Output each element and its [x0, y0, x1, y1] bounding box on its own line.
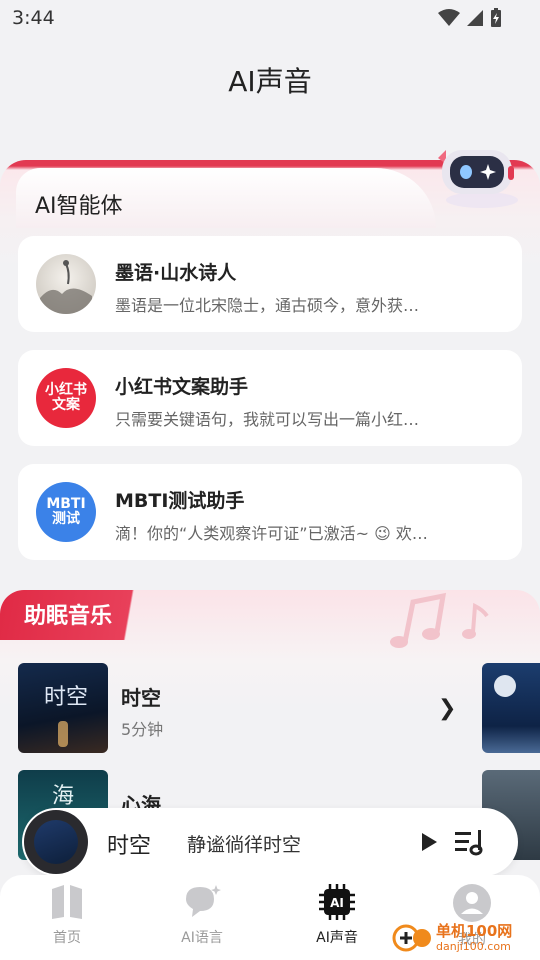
play-icon[interactable]	[420, 832, 438, 852]
watermark-logo: 单机100网 danji100.com	[392, 916, 540, 960]
watermark-icon	[392, 924, 431, 952]
agent-avatar: 小红书 文案	[36, 368, 96, 428]
side-track-cover[interactable]	[482, 663, 540, 753]
track-duration: 5分钟	[121, 720, 164, 739]
watermark-url: danji100.com	[436, 940, 511, 953]
player-cover	[34, 820, 78, 864]
playlist-icon[interactable]	[454, 828, 486, 856]
status-time: 3:44	[12, 7, 55, 29]
track-cover-text: 海	[52, 784, 75, 809]
moon-icon	[494, 675, 516, 697]
agent-avatar: MBTI 测试	[36, 482, 96, 542]
watermark-text: 单机100网	[436, 922, 513, 940]
agent-desc: 墨语是一位北宋隐士，通古硕今，意外获…	[115, 296, 420, 315]
ai-agents-title: AI智能体	[35, 194, 123, 219]
battery-icon	[491, 8, 501, 27]
agent-name: 小红书文案助手	[115, 376, 249, 398]
tab-label: AI声音	[316, 930, 358, 946]
agent-desc: 只需要关键语句，我就可以写出一篇小红…	[115, 410, 420, 429]
agent-card-mbti[interactable]: MBTI 测试 MBTI测试助手 滴！你的“人类观察许可证”已激活~ 😉 欢…	[18, 464, 522, 560]
mini-player[interactable]: 时空 静谧徜徉时空	[22, 808, 518, 876]
status-bar: 3:44	[0, 0, 540, 36]
chat-bubble-icon	[186, 885, 221, 917]
signal-icon	[467, 10, 483, 26]
wifi-icon	[438, 9, 460, 26]
status-icons	[438, 8, 502, 28]
ai-chip-icon: AI	[319, 884, 355, 920]
sleep-music-title: 助眠音乐	[24, 604, 113, 629]
track-item-shikong[interactable]: 时空 时空 5分钟 ❯	[18, 663, 468, 753]
chevron-right-icon[interactable]: ❯	[438, 696, 456, 721]
agent-card-moyu[interactable]: 墨语·山水诗人 墨语是一位北宋隐士，通古硕今，意外获…	[18, 236, 522, 332]
figure-shape	[58, 721, 68, 747]
landscape-painting-icon	[40, 260, 92, 314]
player-track-name: 时空	[107, 834, 152, 859]
agent-card-xiaohongshu[interactable]: 小红书 文案 小红书文案助手 只需要关键语句，我就可以写出一篇小红…	[18, 350, 522, 446]
tab-ai-language[interactable]: AI语言	[157, 883, 247, 947]
tab-ai-voice[interactable]: AI AI声音	[292, 883, 382, 947]
agent-desc: 滴！你的“人类观察许可证”已激活~ 😉 欢…	[115, 524, 428, 543]
track-cover-text: 时空	[44, 685, 89, 710]
track-name: 时空	[121, 686, 161, 710]
page-title: AI声音	[228, 65, 312, 98]
track-cover: 时空	[18, 663, 108, 753]
robot-icon	[438, 150, 518, 208]
agent-avatar	[36, 254, 96, 314]
player-disc	[24, 810, 88, 874]
music-notes-icon	[390, 592, 489, 648]
home-book-icon	[52, 885, 82, 919]
tab-label: 首页	[53, 930, 81, 946]
tab-label: AI语言	[181, 930, 223, 946]
tab-home[interactable]: 首页	[22, 883, 112, 947]
player-track-subtitle: 静谧徜徉时空	[187, 834, 302, 856]
svg-text:AI: AI	[330, 896, 344, 910]
agent-name: 墨语·山水诗人	[115, 262, 237, 284]
agent-name: MBTI测试助手	[115, 490, 245, 512]
